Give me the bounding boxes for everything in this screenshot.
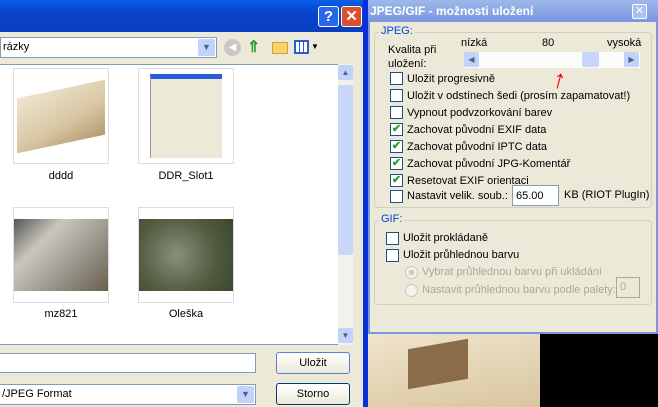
radio-pick-label: Vybrat průhlednou barvu při ukládání [422,266,602,278]
scroll-up-icon[interactable]: ▲ [338,65,353,80]
jpeg-option-row[interactable]: ✔ Zachovat původní EXIF data [390,121,630,138]
save-button[interactable]: Uložit [276,352,350,374]
option-label: Vypnout podvzorkování barev [407,106,553,119]
cancel-button[interactable]: Storno [276,383,350,405]
gif-transparent-checkbox[interactable] [386,248,399,262]
up-folder-icon[interactable]: ⇑ [247,37,265,56]
filesize-unit: KB (RIOT PlugIn) [564,189,650,201]
slider-thumb[interactable] [581,52,599,67]
chevron-down-icon[interactable]: ▼ [198,39,215,56]
jpeg-option-row[interactable]: Uložit v odstínech šedi (prosím zapamato… [390,87,630,104]
option-checkbox[interactable] [390,72,403,85]
file-name: mz821 [44,308,78,320]
radio-pick [405,265,418,279]
filesize-checkbox-row[interactable]: Nastavit velik. soub.: [390,188,508,204]
folder-name: rázky [3,41,30,53]
option-checkbox[interactable]: ✔ [390,157,403,170]
radio-palette-label: Nastavit průhlednou barvu podle palety: [422,284,616,296]
chevron-left-icon[interactable]: ◀ [464,52,479,67]
save-dialog-titlebar[interactable] [0,0,363,32]
option-checkbox[interactable]: ✔ [390,140,403,153]
option-label: Zachovat původní IPTC data [407,140,548,153]
option-checkbox[interactable]: ✔ [390,174,403,187]
folder-combo[interactable]: rázky ▼ [0,37,217,58]
option-label: Zachovat původní EXIF data [407,123,547,136]
scroll-thumb[interactable] [338,85,353,255]
option-label: Uložit v odstínech šedi (prosím zapamato… [407,89,631,102]
filesize-label: Nastavit velik. soub.: [407,190,508,202]
gif-interlaced-checkbox[interactable] [386,231,399,245]
preview-image [368,334,540,407]
file-item[interactable] [13,207,109,303]
file-item[interactable] [13,68,109,164]
options-close-button[interactable]: ✕ [632,4,647,19]
gif-interlaced-label: Uložit prokládaně [403,232,488,244]
file-name: DDR_Slot1 [158,170,214,182]
file-item[interactable] [138,207,234,303]
jpeg-options: Uložit progresivně Uložit v odstínech šed… [390,70,630,189]
options-dialog-title[interactable]: JPEG/GIF - možnosti uložení [368,0,658,22]
filesize-input[interactable] [512,185,559,206]
filetype-value: /JPEG Format [2,388,72,400]
gif-transparent-row[interactable]: Uložit průhlednou barvu [386,247,519,263]
option-checkbox[interactable]: ✔ [390,123,403,136]
option-checkbox[interactable] [390,106,403,119]
option-label: Uložit progresivně [407,72,496,85]
gif-group-label: GIF: [379,213,405,225]
new-folder-icon[interactable] [272,42,288,54]
back-icon[interactable]: ◀ [224,39,241,56]
close-button[interactable]: ✕ [341,6,362,27]
file-name: dddd [48,170,74,182]
scroll-down-icon[interactable]: ▼ [338,328,353,343]
thumbnail-image [13,68,109,164]
file-item[interactable] [138,68,234,164]
views-menu-icon[interactable] [294,40,309,54]
file-name: Oleška [168,308,204,320]
gif-transparent-label: Uložit průhlednou barvu [403,249,520,261]
thumbnail-image [138,207,234,303]
jpeg-option-row[interactable]: ✔ Zachovat původní JPG-Komentář [390,155,630,172]
jpeg-option-row[interactable]: ✔ Zachovat původní IPTC data [390,138,630,155]
thumbnail-image [13,207,109,303]
views-dropdown-arrow-icon[interactable]: ▼ [311,42,319,51]
option-label: Zachovat původní JPG-Komentář [407,157,571,170]
chevron-down-icon[interactable]: ▼ [237,386,254,403]
radio-pick-row: Vybrat průhlednou barvu při ukládání [405,264,602,280]
filesize-checkbox[interactable] [390,189,403,203]
quality-value: 80 [542,37,555,49]
jpeg-group-label: JPEG: [379,25,415,37]
help-button[interactable]: ? [318,6,339,27]
radio-palette-row: Nastavit průhlednou barvu podle palety: [405,282,616,298]
chevron-right-icon[interactable]: ▶ [624,52,639,67]
filetype-select[interactable]: /JPEG Format ▼ [0,384,256,405]
radio-palette [405,283,418,297]
quality-low-label: nízká [461,37,488,49]
quality-label: Kvalita při uložení: [388,44,437,70]
palette-index-input: 0 [616,277,640,298]
gif-interlaced-row[interactable]: Uložit prokládaně [386,230,488,246]
option-checkbox[interactable] [390,89,403,102]
thumbnail-image [138,68,234,164]
quality-high-label: vysoká [607,37,642,49]
filename-input[interactable] [0,353,256,373]
jpeg-option-row[interactable]: Uložit progresivně [390,70,630,87]
quality-slider[interactable]: ◀ ▶ [464,52,640,68]
jpeg-option-row[interactable]: Vypnout podvzorkování barev [390,104,630,121]
option-label: Resetovat EXIF orientaci [407,174,529,187]
file-list-scrollbar[interactable]: ▲ ▼ [338,64,353,345]
jpeg-option-row[interactable]: ✔ Resetovat EXIF orientaci [390,172,630,189]
